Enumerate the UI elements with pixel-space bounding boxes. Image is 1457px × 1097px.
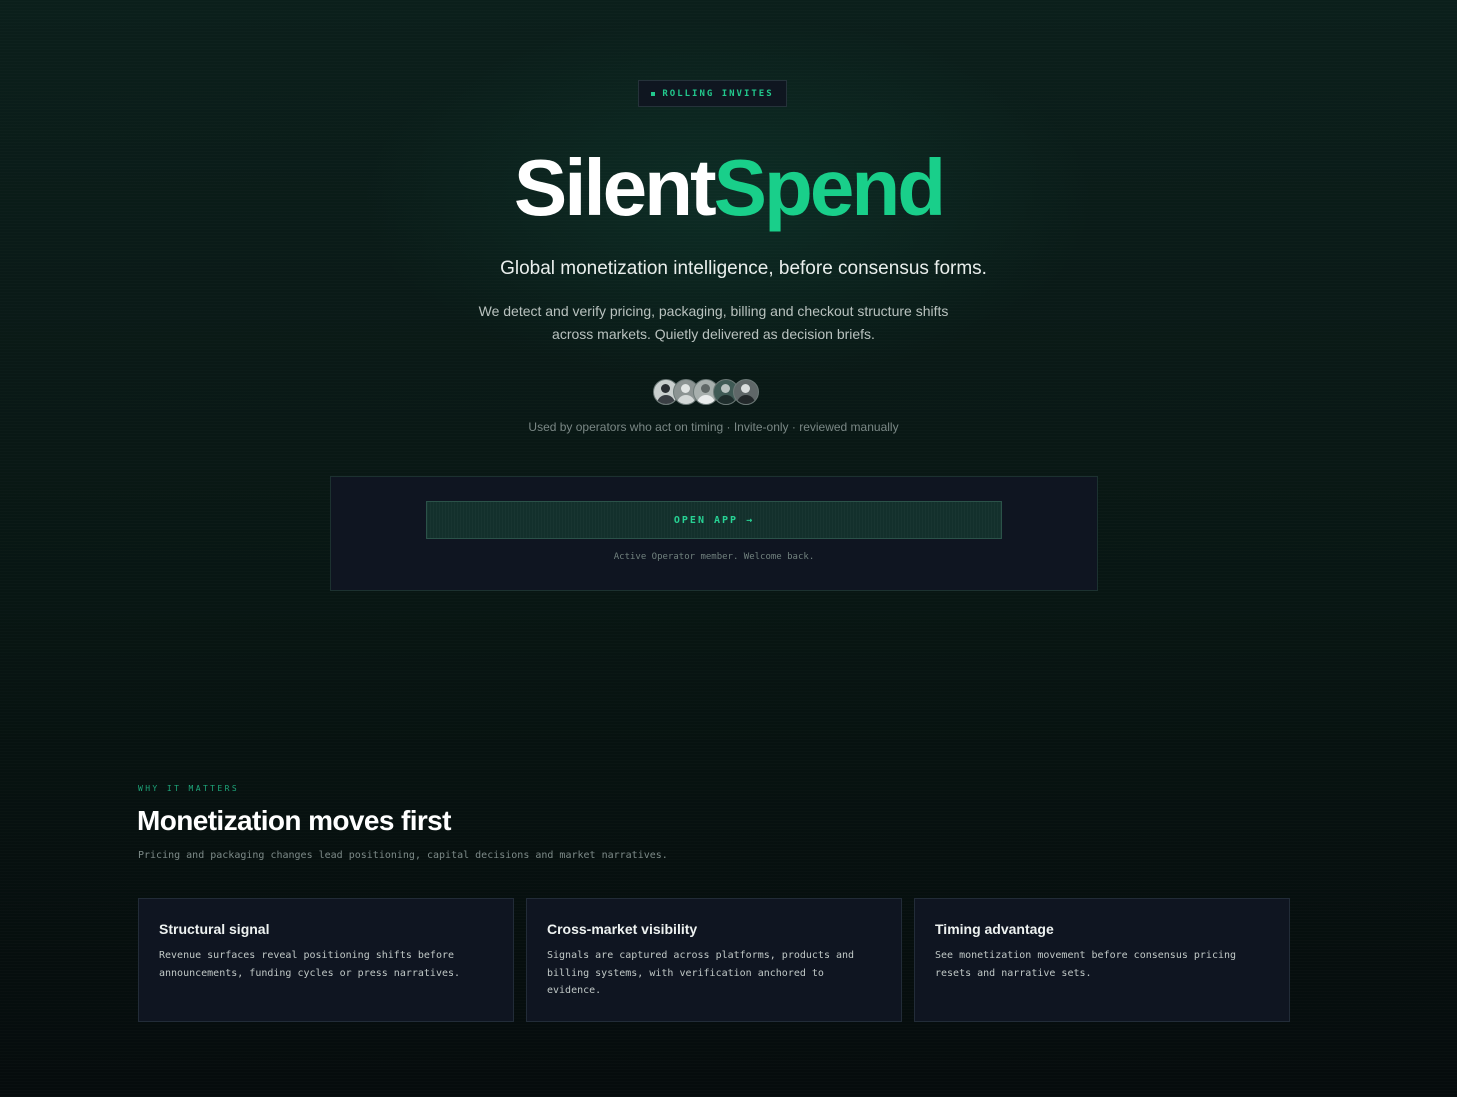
brand-word-spend: Spend [713,143,946,232]
feature-card-structural-signal: Structural signal Revenue surfaces revea… [138,898,514,1022]
card-body: Revenue surfaces reveal positioning shif… [159,947,493,982]
avatar-stack [653,379,759,405]
hero-description-line-2: across markets. Quietly delivered as dec… [552,326,875,342]
hero-tagline: Global monetization intelligence, before… [500,258,987,279]
card-body-line: Revenue surfaces reveal positioning shif… [159,950,455,961]
card-title: Cross-market visibility [547,921,698,937]
arrow-right-icon: → [746,514,755,526]
card-body-line: announcements, funding cycles or press n… [159,967,461,979]
open-app-button[interactable]: OPEN APP → [426,501,1002,539]
section-title: Monetization moves first [137,805,451,836]
section-subtitle: Pricing and packaging changes lead posit… [138,850,668,861]
card-body: See monetization movement before consens… [935,947,1269,982]
member-status-note: Active Operator member. Welcome back. [613,552,815,562]
card-body-line: evidence. [547,985,602,996]
section-eyebrow: WHY IT MATTERS [138,784,240,793]
badge-label: ROLLING INVITES [662,88,774,99]
hero-description-line-1: We detect and verify pricing, packaging,… [478,303,949,319]
card-body-line: See monetization movement before consens… [935,950,1237,961]
rolling-invites-badge: ROLLING INVITES [638,80,787,107]
card-body-line: Signals are captured across platforms, p… [547,950,855,961]
card-body: Signals are captured across platforms, p… [547,947,881,1000]
cta-panel: OPEN APP → Active Operator member. Welco… [330,476,1098,591]
card-body-line: resets and narrative sets. [935,967,1092,979]
social-proof-text: Used by operators who act on timing · In… [528,420,899,434]
avatar [733,379,759,405]
feature-card-timing-advantage: Timing advantage See monetization moveme… [914,898,1290,1022]
open-app-label: OPEN APP [673,514,739,526]
feature-card-cross-market-visibility: Cross-market visibility Signals are capt… [526,898,902,1022]
brand-word-silent: Silent [513,143,717,232]
card-body-line: billing systems, with verification ancho… [547,967,824,979]
card-title: Timing advantage [935,921,1054,937]
status-dot-icon [651,91,656,96]
card-title: Structural signal [159,921,270,937]
brand-logo: SilentSpend [0,138,1457,238]
